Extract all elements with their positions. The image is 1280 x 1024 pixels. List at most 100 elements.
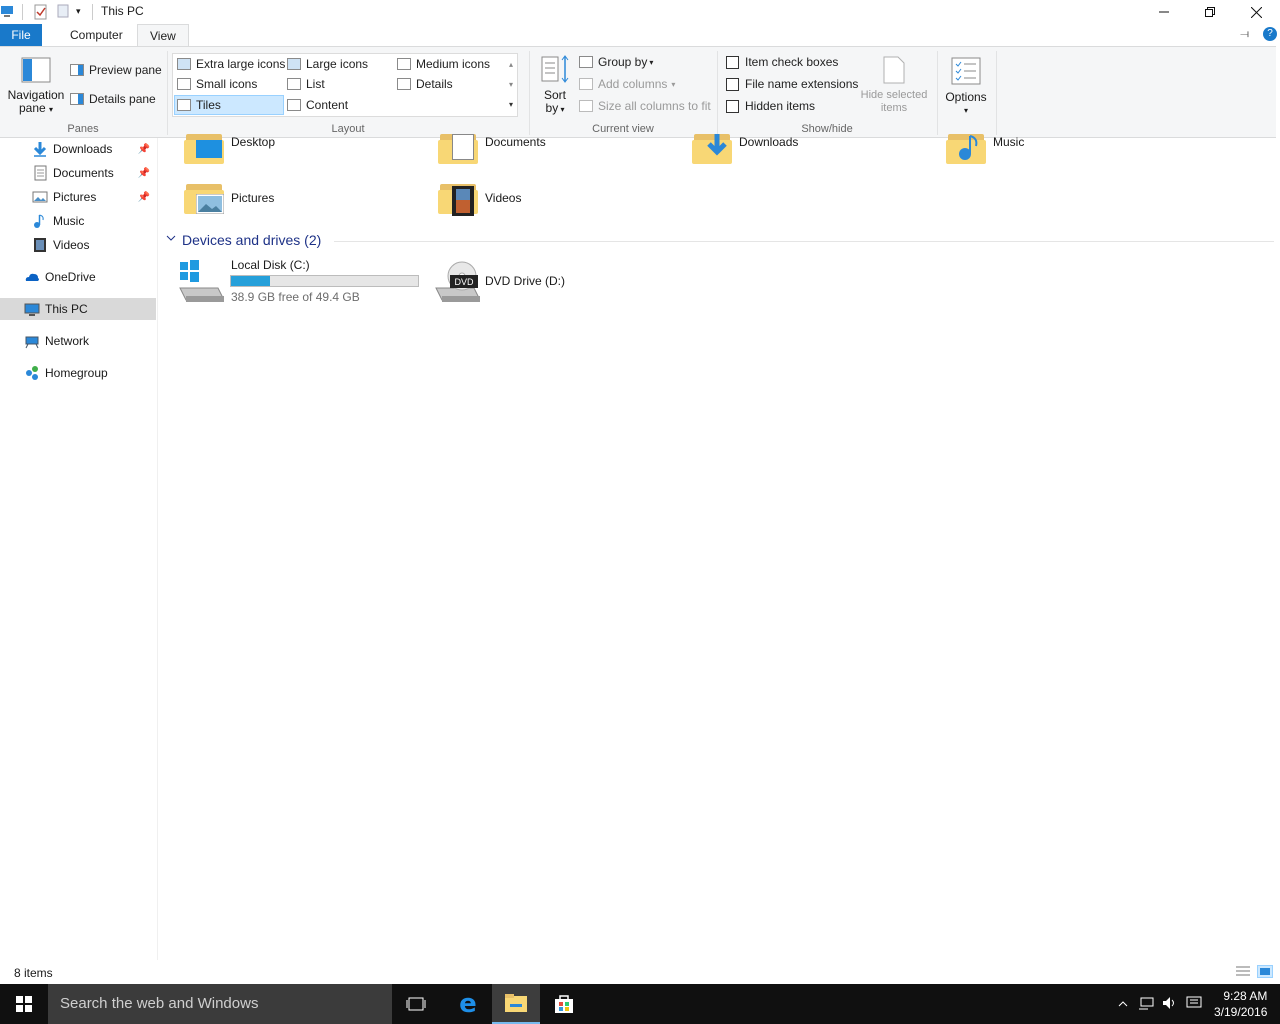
sidebar-item-this-pc[interactable]: This PC [0,298,156,320]
gallery-scroll[interactable]: ▴ ▾ ▾ [505,55,517,115]
show-hidden-icons-chevron-icon[interactable] [1118,997,1128,1011]
music-folder-icon [946,130,986,164]
add-columns-icon [579,78,593,90]
sidebar-item-label: Documents [53,166,114,180]
action-center-icon[interactable] [1186,996,1202,1013]
layout-tiles[interactable]: Tiles [177,96,221,114]
folder-tile-desktop[interactable]: Desktop [184,130,424,166]
sidebar-item-network[interactable]: Network [0,330,156,352]
options-icon [951,57,981,85]
large-icons-view-icon[interactable] [1257,965,1273,978]
gallery-more-icon[interactable]: ▾ [505,95,517,115]
tab-view[interactable]: View [137,24,189,46]
tab-computer[interactable]: Computer [58,24,135,46]
file-explorer-button[interactable] [492,984,540,1024]
sidebar-item-label: Pictures [53,190,97,204]
sidebar-item-music[interactable]: Music [0,210,156,232]
new-folder-icon[interactable] [57,4,69,20]
layout-medium-icons[interactable]: Medium icons [397,55,490,73]
windows-logo-icon [16,996,32,1012]
item-count: 8 items [14,966,53,980]
sidebar-item-label: Homegroup [45,366,108,380]
details-pane-button[interactable]: Details pane [70,90,156,108]
clock[interactable]: 9:28 AM 3/19/2016 [1214,988,1267,1020]
sidebar-item-label: This PC [45,302,88,316]
edge-button[interactable]: e [444,984,492,1024]
hide-selected-items-label-2: items [880,102,908,114]
folder-tile-documents[interactable]: Documents [438,130,678,166]
medium-icons-label: Medium icons [416,57,491,71]
drive-name: DVD Drive (D:) [485,274,565,288]
navigation-pane: Downloads 📌 Documents 📌 Pictures 📌 Music… [0,138,158,960]
customize-toolbar-dropdown[interactable]: ▾ [76,6,86,22]
pin-icon: 📌 [137,143,150,155]
folder-tile-videos[interactable]: Videos [438,180,678,220]
devices-and-drives-header[interactable]: Devices and drives (2) [182,232,321,248]
network-tray-icon[interactable] [1138,996,1154,1013]
status-bar: 8 items [0,960,1280,984]
folder-tile-pictures[interactable]: Pictures [184,180,424,220]
minimize-button[interactable] [1141,0,1187,24]
folder-tile-music[interactable]: Music [946,130,1186,166]
help-icon[interactable]: ? [1263,27,1277,41]
close-button[interactable] [1233,0,1279,24]
options-button[interactable]: Options ▾ [942,55,990,119]
edge-icon: e [459,989,477,1019]
clock-time: 9:28 AM [1223,989,1268,1003]
folder-name: Desktop [231,135,276,149]
gallery-down-icon[interactable]: ▾ [505,75,517,95]
layout-details[interactable]: Details [397,75,453,93]
drive-free-space: 38.9 GB free of 49.4 GB [231,290,360,304]
properties-icon[interactable] [34,4,48,20]
pin-ribbon-icon[interactable]: ⟞ [1240,28,1249,41]
folder-name: Pictures [231,191,275,205]
taskbar-search-box[interactable]: Search the web and Windows [48,984,392,1024]
item-check-boxes-checkbox[interactable] [726,55,739,69]
desktop-folder-icon [184,130,224,164]
hidden-items-toggle[interactable]: Hidden items [726,97,815,115]
drive-tile-dvd[interactable]: DVD DVD Drive (D:) [434,258,684,306]
layout-list[interactable]: List [287,75,325,93]
sidebar-item-onedrive[interactable]: OneDrive [0,266,156,288]
add-columns-label: Add columns [598,77,668,91]
sort-by-button[interactable]: Sort by ▾ [538,55,572,119]
sidebar-item-documents[interactable]: Documents 📌 [0,162,156,184]
store-button[interactable] [540,984,588,1024]
layout-large-icons[interactable]: Large icons [287,55,368,73]
sidebar-item-videos[interactable]: Videos [0,234,156,256]
hidden-items-checkbox[interactable] [726,99,739,113]
size-all-columns-label: Size all columns to fit [598,99,711,113]
details-view-icon[interactable] [1235,965,1251,978]
size-all-columns-button[interactable]: Size all columns to fit [579,97,711,115]
file-name-extensions-toggle[interactable]: File name extensions [726,75,858,93]
downloads-icon [32,141,48,157]
sidebar-item-homegroup[interactable]: Homegroup [0,362,156,384]
start-button[interactable] [0,984,48,1024]
sidebar-item-downloads[interactable]: Downloads 📌 [0,138,156,160]
navigation-pane-button[interactable]: Navigation pane ▾ [6,55,66,117]
drive-usage-bar [230,275,419,287]
layout-small-icons[interactable]: Small icons [177,75,257,93]
collapse-section-chevron-icon[interactable] [166,234,176,245]
folder-tile-downloads[interactable]: Downloads [692,130,932,166]
restore-button[interactable] [1187,0,1233,24]
options-label: Options [945,90,987,104]
group-by-button[interactable]: Group by ▾ [579,53,653,71]
tab-file[interactable]: File [0,24,42,46]
gallery-up-icon[interactable]: ▴ [505,55,517,75]
layout-extra-large-icons[interactable]: Extra large icons [177,55,285,73]
sidebar-item-pictures[interactable]: Pictures 📌 [0,186,156,208]
hide-selected-items-icon [883,56,905,84]
layout-content[interactable]: Content [287,96,348,114]
item-check-boxes-toggle[interactable]: Item check boxes [726,53,838,71]
size-columns-icon [579,100,593,112]
task-view-button[interactable] [392,984,440,1024]
hide-selected-items-button[interactable]: Hide selected items [856,55,932,119]
preview-pane-button[interactable]: Preview pane [70,61,162,79]
drive-tile-local-disk[interactable]: Local Disk (C:) 38.9 GB free of 49.4 GB [178,258,428,306]
file-name-extensions-checkbox[interactable] [726,77,739,91]
volume-icon[interactable] [1162,996,1178,1013]
details-pane-label: Details pane [89,92,156,106]
add-columns-button[interactable]: Add columns ▾ [579,75,675,93]
documents-icon [32,165,48,181]
